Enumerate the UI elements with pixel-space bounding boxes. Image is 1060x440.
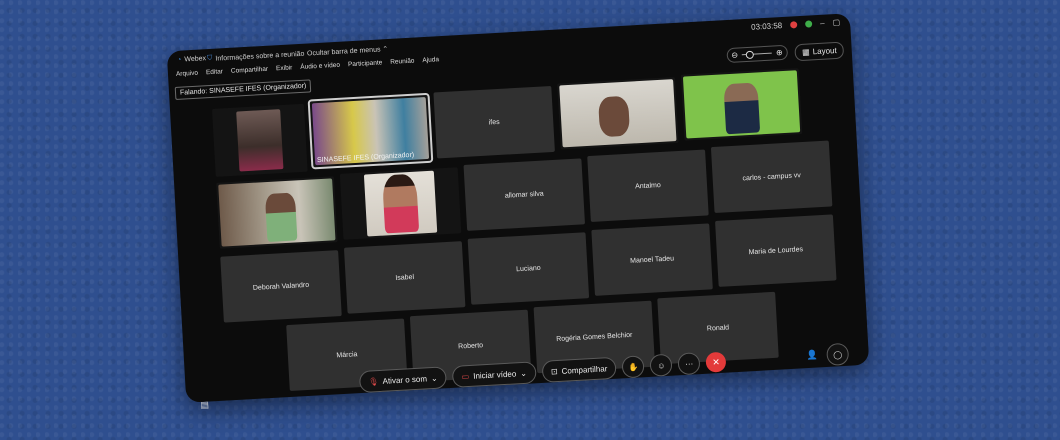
- participant-name: Deborah Valandro: [252, 281, 310, 292]
- participant-tile[interactable]: carlos - campus vv: [710, 140, 833, 214]
- raise-hand-button[interactable]: ✋: [621, 355, 645, 379]
- menu-item-ajuda[interactable]: Ajuda: [422, 56, 439, 64]
- menu-item-compartilhar[interactable]: Compartilhar: [231, 66, 269, 75]
- participant-name: carlos - campus vv: [742, 171, 801, 182]
- share-screen-icon: ⊡: [550, 366, 558, 376]
- participant-name: ifes: [488, 118, 500, 126]
- participant-name: Luciano: [515, 264, 541, 273]
- connection-status-icon: [804, 20, 813, 28]
- participant-name: Maria de Lourdes: [748, 245, 804, 256]
- zoom-out-icon[interactable]: ⊖: [731, 50, 738, 59]
- participant-tile-video[interactable]: [557, 77, 679, 150]
- close-icon: ✕: [712, 356, 721, 367]
- participant-tile[interactable]: Manoel Tadeu: [591, 223, 713, 296]
- participant-tile-video[interactable]: SINASEFE IFES (Organizador): [307, 92, 434, 170]
- chevron-up-icon: ⌃: [382, 45, 389, 54]
- webex-logo-icon: ◔: [177, 56, 182, 64]
- zoom-slider-handle[interactable]: [745, 50, 755, 60]
- participant-name: Antalmo: [634, 181, 661, 190]
- zoom-in-icon[interactable]: ⊕: [776, 48, 783, 57]
- participant-name: Manoel Tadeu: [629, 254, 675, 265]
- more-options-button[interactable]: ⋯: [677, 352, 701, 376]
- meeting-timer: 03:03:58: [750, 20, 783, 32]
- participant-video: [236, 109, 284, 172]
- chat-icon: ◯: [832, 349, 843, 360]
- hide-menu-bar-button[interactable]: Ocultar barra de menus ⌃: [307, 45, 389, 58]
- meeting-info-button[interactable]: ⛉ Informações sobre a reunião: [207, 50, 305, 63]
- participant-face: [723, 82, 761, 135]
- chevron-down-icon[interactable]: ⌄: [520, 368, 527, 377]
- layout-grid-icon: ▦: [801, 47, 810, 57]
- zoom-slider[interactable]: ⊖ ⊕: [725, 44, 789, 64]
- active-speaker-label: Falando: SINASEFE IFES (Organizador): [174, 79, 312, 100]
- menu-item-arquivo[interactable]: Arquivo: [176, 70, 198, 78]
- app-name: ◔ Webex: [177, 55, 207, 64]
- participant-face: [597, 95, 631, 138]
- participant-face: [264, 192, 298, 243]
- share-button[interactable]: ⊡ Compartilhar: [541, 356, 617, 383]
- menu-item-exibir[interactable]: Exibir: [276, 64, 293, 72]
- menu-item-participante[interactable]: Participante: [348, 59, 383, 68]
- more-icon: ⋯: [684, 358, 694, 369]
- smiley-icon: ☺: [656, 360, 666, 370]
- menu-item-audio-video[interactable]: Áudio e vídeo: [300, 62, 340, 71]
- participant-tile[interactable]: Luciano: [467, 232, 590, 305]
- unmute-button[interactable]: 🎙 Ativar o som ⌄: [358, 366, 448, 394]
- chevron-down-icon[interactable]: ⌄: [431, 373, 438, 382]
- participant-tile[interactable]: Maria de Lourdes: [715, 214, 837, 287]
- participant-tile[interactable]: Isabel: [343, 241, 466, 314]
- participant-tile[interactable]: Deborah Valandro: [220, 250, 342, 323]
- window-controls: 03:03:58 – ▢: [751, 18, 841, 32]
- webex-window: ◔ Webex ⛉ Informações sobre a reunião Oc…: [166, 13, 870, 410]
- hand-icon: ✋: [628, 362, 639, 372]
- participant-tile-video[interactable]: [216, 176, 338, 249]
- menu-item-reuniao[interactable]: Reunião: [390, 58, 415, 66]
- participant-name: Rogéria Gomes Belchior: [556, 331, 633, 343]
- participant-tile[interactable]: ifes: [433, 85, 555, 159]
- participant-tile[interactable]: Antalmo: [587, 149, 709, 222]
- captions-icon[interactable]: ▤: [200, 400, 209, 411]
- maximize-icon[interactable]: ▢: [832, 18, 840, 27]
- shield-icon: ⛉: [206, 54, 213, 63]
- participant-face: [381, 173, 420, 234]
- leave-meeting-button[interactable]: ✕: [705, 351, 727, 373]
- participant-name: Márcia: [336, 350, 358, 359]
- participant-tile-video[interactable]: [211, 103, 308, 177]
- video-off-icon: ▭: [461, 371, 470, 381]
- recording-indicator-icon: [789, 21, 798, 29]
- start-video-button[interactable]: ▭ Iniciar vídeo ⌄: [452, 361, 537, 388]
- participant-tile-video[interactable]: [680, 68, 803, 141]
- participant-name: Roberto: [457, 341, 484, 351]
- participant-name: allomar silva: [504, 190, 544, 200]
- minimize-icon[interactable]: –: [820, 19, 825, 28]
- participant-tile-video[interactable]: [339, 167, 462, 240]
- participant-tile[interactable]: allomar silva: [463, 158, 586, 231]
- menu-item-editar[interactable]: Editar: [206, 68, 223, 76]
- reactions-button[interactable]: ☺: [649, 353, 673, 377]
- participant-name: Ronald: [706, 323, 730, 333]
- layout-button[interactable]: ▦ Layout: [794, 41, 845, 62]
- chat-button[interactable]: ◯: [826, 342, 850, 366]
- mic-muted-icon: 🎙: [368, 376, 379, 387]
- participant-name: Isabel: [395, 273, 415, 282]
- participants-icon[interactable]: 👤: [806, 349, 818, 361]
